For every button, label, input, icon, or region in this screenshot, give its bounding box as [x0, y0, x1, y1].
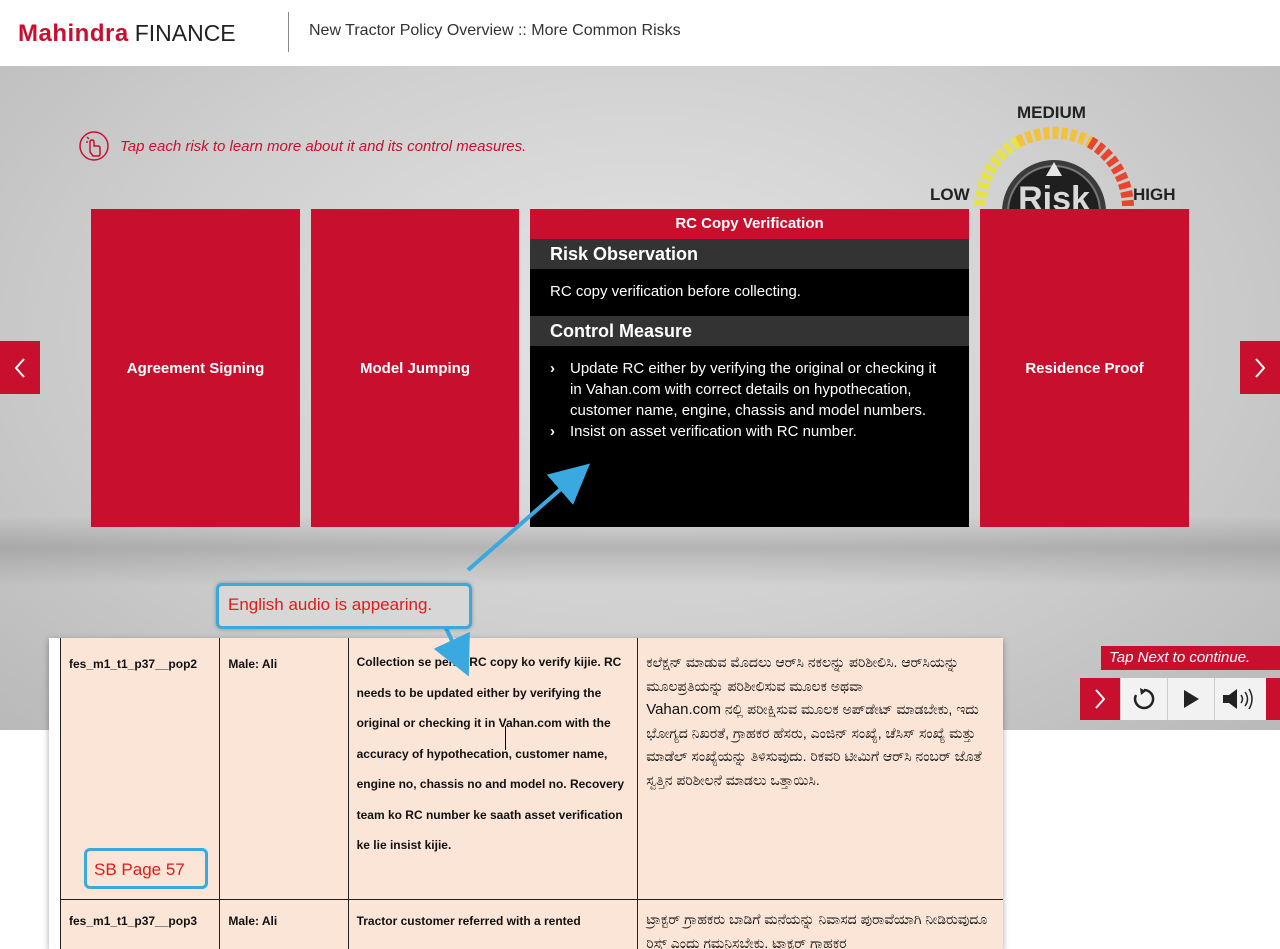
chevron-right-icon: ›: [550, 360, 555, 377]
annotation-callout: English audio is appearing.: [216, 583, 472, 629]
logo-brand: Mahindra: [18, 20, 129, 47]
risk-card-rc-copy-verification[interactable]: RC Copy Verification Risk Observation RC…: [530, 209, 969, 527]
chevron-right-icon: ›: [550, 423, 555, 440]
risk-card-label: Agreement Signing: [126, 359, 265, 377]
sb-page-tag: SB Page 57: [84, 848, 208, 889]
kannada-vahan: Vahan.com: [646, 701, 721, 718]
tap-next-hint: Tap Next to continue.: [1101, 646, 1280, 670]
risk-card-agreement-signing[interactable]: Agreement Signing: [91, 209, 300, 527]
risk-card-residence-proof[interactable]: Residence Proof: [980, 209, 1189, 527]
control-bullet: › Insist on asset verification with RC n…: [550, 421, 949, 442]
app-header: Mahindra FINANCE New Tractor Policy Over…: [0, 0, 1280, 66]
observation-text: RC copy verification before collecting.: [550, 283, 801, 300]
script-table: fes_m1_t1_p37__pop2 Male: Ali Collection…: [59, 638, 1003, 949]
control-bullet-text: Insist on asset verification with RC num…: [570, 423, 857, 440]
play-icon: [1184, 690, 1199, 708]
open-card-title: RC Copy Verification: [530, 209, 969, 239]
next-button[interactable]: [1080, 678, 1121, 720]
text-cursor: [505, 726, 506, 750]
carousel-prev-button[interactable]: [0, 341, 40, 394]
table-row: fes_m1_t1_p37__pop3 Male: Ali Tractor cu…: [59, 899, 1003, 949]
row-voice: Male: Ali: [219, 899, 349, 949]
player-controls: [1080, 678, 1266, 720]
risk-card-label: Model Jumping: [360, 359, 470, 377]
mahindra-finance-logo: Mahindra FINANCE: [18, 20, 236, 50]
sb-page-text: SB Page 57: [94, 860, 185, 879]
gauge-high-label: HIGH: [1133, 185, 1176, 204]
risk-card-label: Residence Proof: [1025, 359, 1144, 377]
tap-hand-icon: [79, 131, 109, 161]
header-divider: [288, 12, 289, 52]
replay-icon: [1133, 688, 1155, 710]
gauge-low-label: LOW: [930, 185, 970, 204]
carousel-next-button[interactable]: [1240, 341, 1280, 394]
row-voice: Male: Ali: [219, 638, 349, 900]
control-bullet-text: Update RC either by verifying the origin…: [570, 360, 937, 419]
course-stage: Tap each risk to learn more about it and…: [0, 66, 1280, 730]
kannada-text-part1: ಕಲೆಕ್ಷನ್ ಮಾಡುವ ಮೊದಲು ಆರ್‌ಸಿ ನಕಲನ್ನು ಪರಿಶ…: [646, 654, 959, 694]
play-button[interactable]: [1168, 678, 1215, 720]
script-document: fes_m1_t1_p37__pop2 Male: Ali Collection…: [49, 638, 1003, 949]
observation-heading: Risk Observation: [530, 239, 969, 269]
risk-gauge: Risk MEDIUM LOW HIGH: [925, 102, 1185, 212]
gauge-medium-label: MEDIUM: [1017, 103, 1086, 122]
row-id: fes_m1_t1_p37__pop3: [59, 899, 221, 949]
row-english: Tractor customer referred with a rented: [347, 899, 639, 949]
instruction-text: Tap each risk to learn more about it and…: [120, 137, 527, 155]
volume-icon: [1223, 688, 1253, 710]
volume-button[interactable]: [1215, 678, 1261, 720]
page-title: New Tractor Policy Overview :: More Comm…: [309, 22, 681, 39]
control-heading: Control Measure: [530, 316, 969, 346]
gauge-center-label: Risk: [1018, 180, 1090, 212]
callout-text: English audio is appearing.: [228, 595, 433, 614]
chevron-left-icon: [14, 357, 25, 378]
control-list: › Update RC either by verifying the orig…: [530, 346, 969, 452]
risk-card-model-jumping[interactable]: Model Jumping: [311, 209, 519, 527]
kannada-text: ಟ್ರಾಕ್ಟರ್ ಗ್ರಾಹಕರು ಬಾಡಿಗೆ ಮನೆಯನ್ನು ನಿವಾಸ…: [646, 911, 988, 949]
chevron-right-icon: [1095, 689, 1106, 709]
row-kannada: ಕಲೆಕ್ಷನ್ ಮಾಡುವ ಮೊದಲು ಆರ್‌ಸಿ ನಕಲನ್ನು ಪರಿಶ…: [637, 638, 1003, 900]
row-kannada: ಟ್ರಾಕ್ಟರ್ ಗ್ರಾಹಕರು ಬಾಡಿಗೆ ಮನೆಯನ್ನು ನಿವಾಸ…: [637, 899, 1003, 949]
row-english: Collection se pehle RC copy ko verify ki…: [347, 638, 639, 900]
player-controls-edge: [1266, 678, 1280, 720]
kannada-text: ಕಲೆಕ್ಷನ್ ಮಾಡುವ ಮೊದಲು ಆರ್‌ಸಿ ನಕಲನ್ನು ಪರಿಶ…: [646, 651, 997, 792]
chevron-right-icon: [1255, 357, 1266, 378]
instruction: Tap each risk to learn more about it and…: [78, 130, 526, 162]
replay-button[interactable]: [1121, 678, 1168, 720]
logo-finance: FINANCE: [134, 20, 236, 46]
control-bullet: › Update RC either by verifying the orig…: [550, 358, 949, 421]
english-text: Collection se pehle RC copy ko verify ki…: [356, 655, 624, 852]
